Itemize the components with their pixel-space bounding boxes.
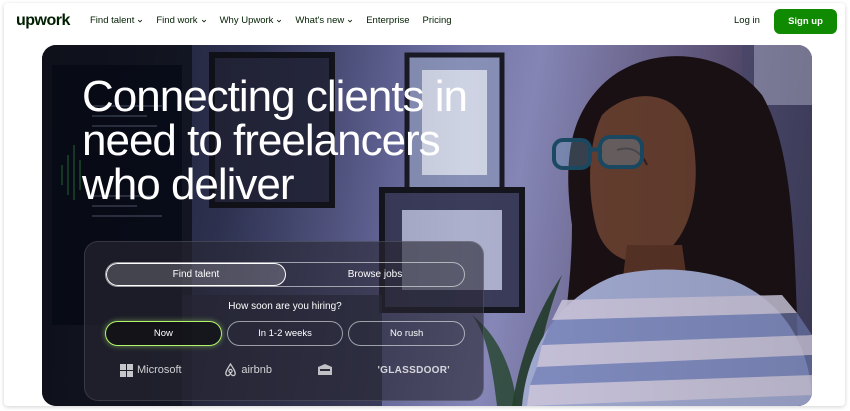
option-no-rush[interactable]: No rush: [348, 321, 466, 346]
hiring-question: How soon are you hiring?: [228, 301, 342, 312]
hiring-panel: Find talent Browse jobs How soon are you…: [84, 241, 484, 401]
microsoft-icon: [120, 363, 133, 377]
tab-find-talent[interactable]: Find talent: [106, 263, 286, 286]
chevron-down-icon: [138, 19, 143, 22]
nav-item-whats-new[interactable]: What's new: [295, 15, 353, 26]
client-logo-airbnb: airbnb: [224, 363, 272, 377]
glassdoor-icon: 'GLASSDOOR': [377, 364, 450, 376]
timing-options: Now In 1-2 weeks No rush: [105, 321, 466, 346]
chevron-down-icon: [277, 19, 282, 22]
nav-item-label: Enterprise: [366, 15, 410, 26]
nav-item-pricing[interactable]: Pricing: [423, 15, 452, 26]
option-1-2-weeks[interactable]: In 1-2 weeks: [226, 321, 344, 346]
upwork-logo[interactable]: upwork: [16, 12, 70, 30]
client-logo-label: airbnb: [241, 364, 272, 376]
nav-item-label: Find talent: [90, 15, 135, 26]
nav-item-why-upwork[interactable]: Why Upwork: [220, 15, 283, 26]
nav-item-label: Why Upwork: [219, 15, 274, 26]
client-logo-label: Microsoft: [137, 364, 182, 376]
nav-item-find-work[interactable]: Find work: [156, 15, 206, 26]
client-logo-glassdoor: 'GLASSDOOR': [377, 365, 450, 376]
chevron-down-icon: [201, 19, 206, 22]
nav-item-label: What's new: [295, 15, 345, 26]
nav-item-find-talent[interactable]: Find talent: [90, 15, 143, 26]
login-link[interactable]: Log in: [734, 15, 760, 26]
option-now[interactable]: Now: [105, 321, 222, 346]
bissell-icon: [317, 364, 332, 375]
nav-item-label: Find work: [156, 15, 198, 26]
mode-tabs: Find talent Browse jobs: [105, 262, 465, 287]
tab-browse-jobs[interactable]: Browse jobs: [286, 263, 464, 286]
hero-banner: Connecting clients in need to freelancer…: [42, 45, 812, 406]
page-frame: upwork Find talent Find work Why Upwork …: [4, 3, 845, 406]
signup-button[interactable]: Sign up: [774, 9, 837, 34]
chevron-down-icon: [348, 19, 353, 22]
nav-menu: Find talent Find work Why Upwork What's …: [90, 15, 465, 26]
top-navigation: upwork Find talent Find work Why Upwork …: [4, 3, 845, 41]
nav-item-enterprise[interactable]: Enterprise: [366, 15, 409, 26]
client-logo-bissell: [315, 363, 335, 377]
hero-headline: Connecting clients in need to freelancer…: [82, 72, 468, 209]
nav-item-label: Pricing: [422, 15, 452, 26]
client-logo-microsoft: Microsoft: [120, 363, 182, 377]
client-logos: Microsoft airbnb 'GLASSDOOR': [120, 360, 450, 380]
airbnb-icon: [225, 363, 237, 377]
